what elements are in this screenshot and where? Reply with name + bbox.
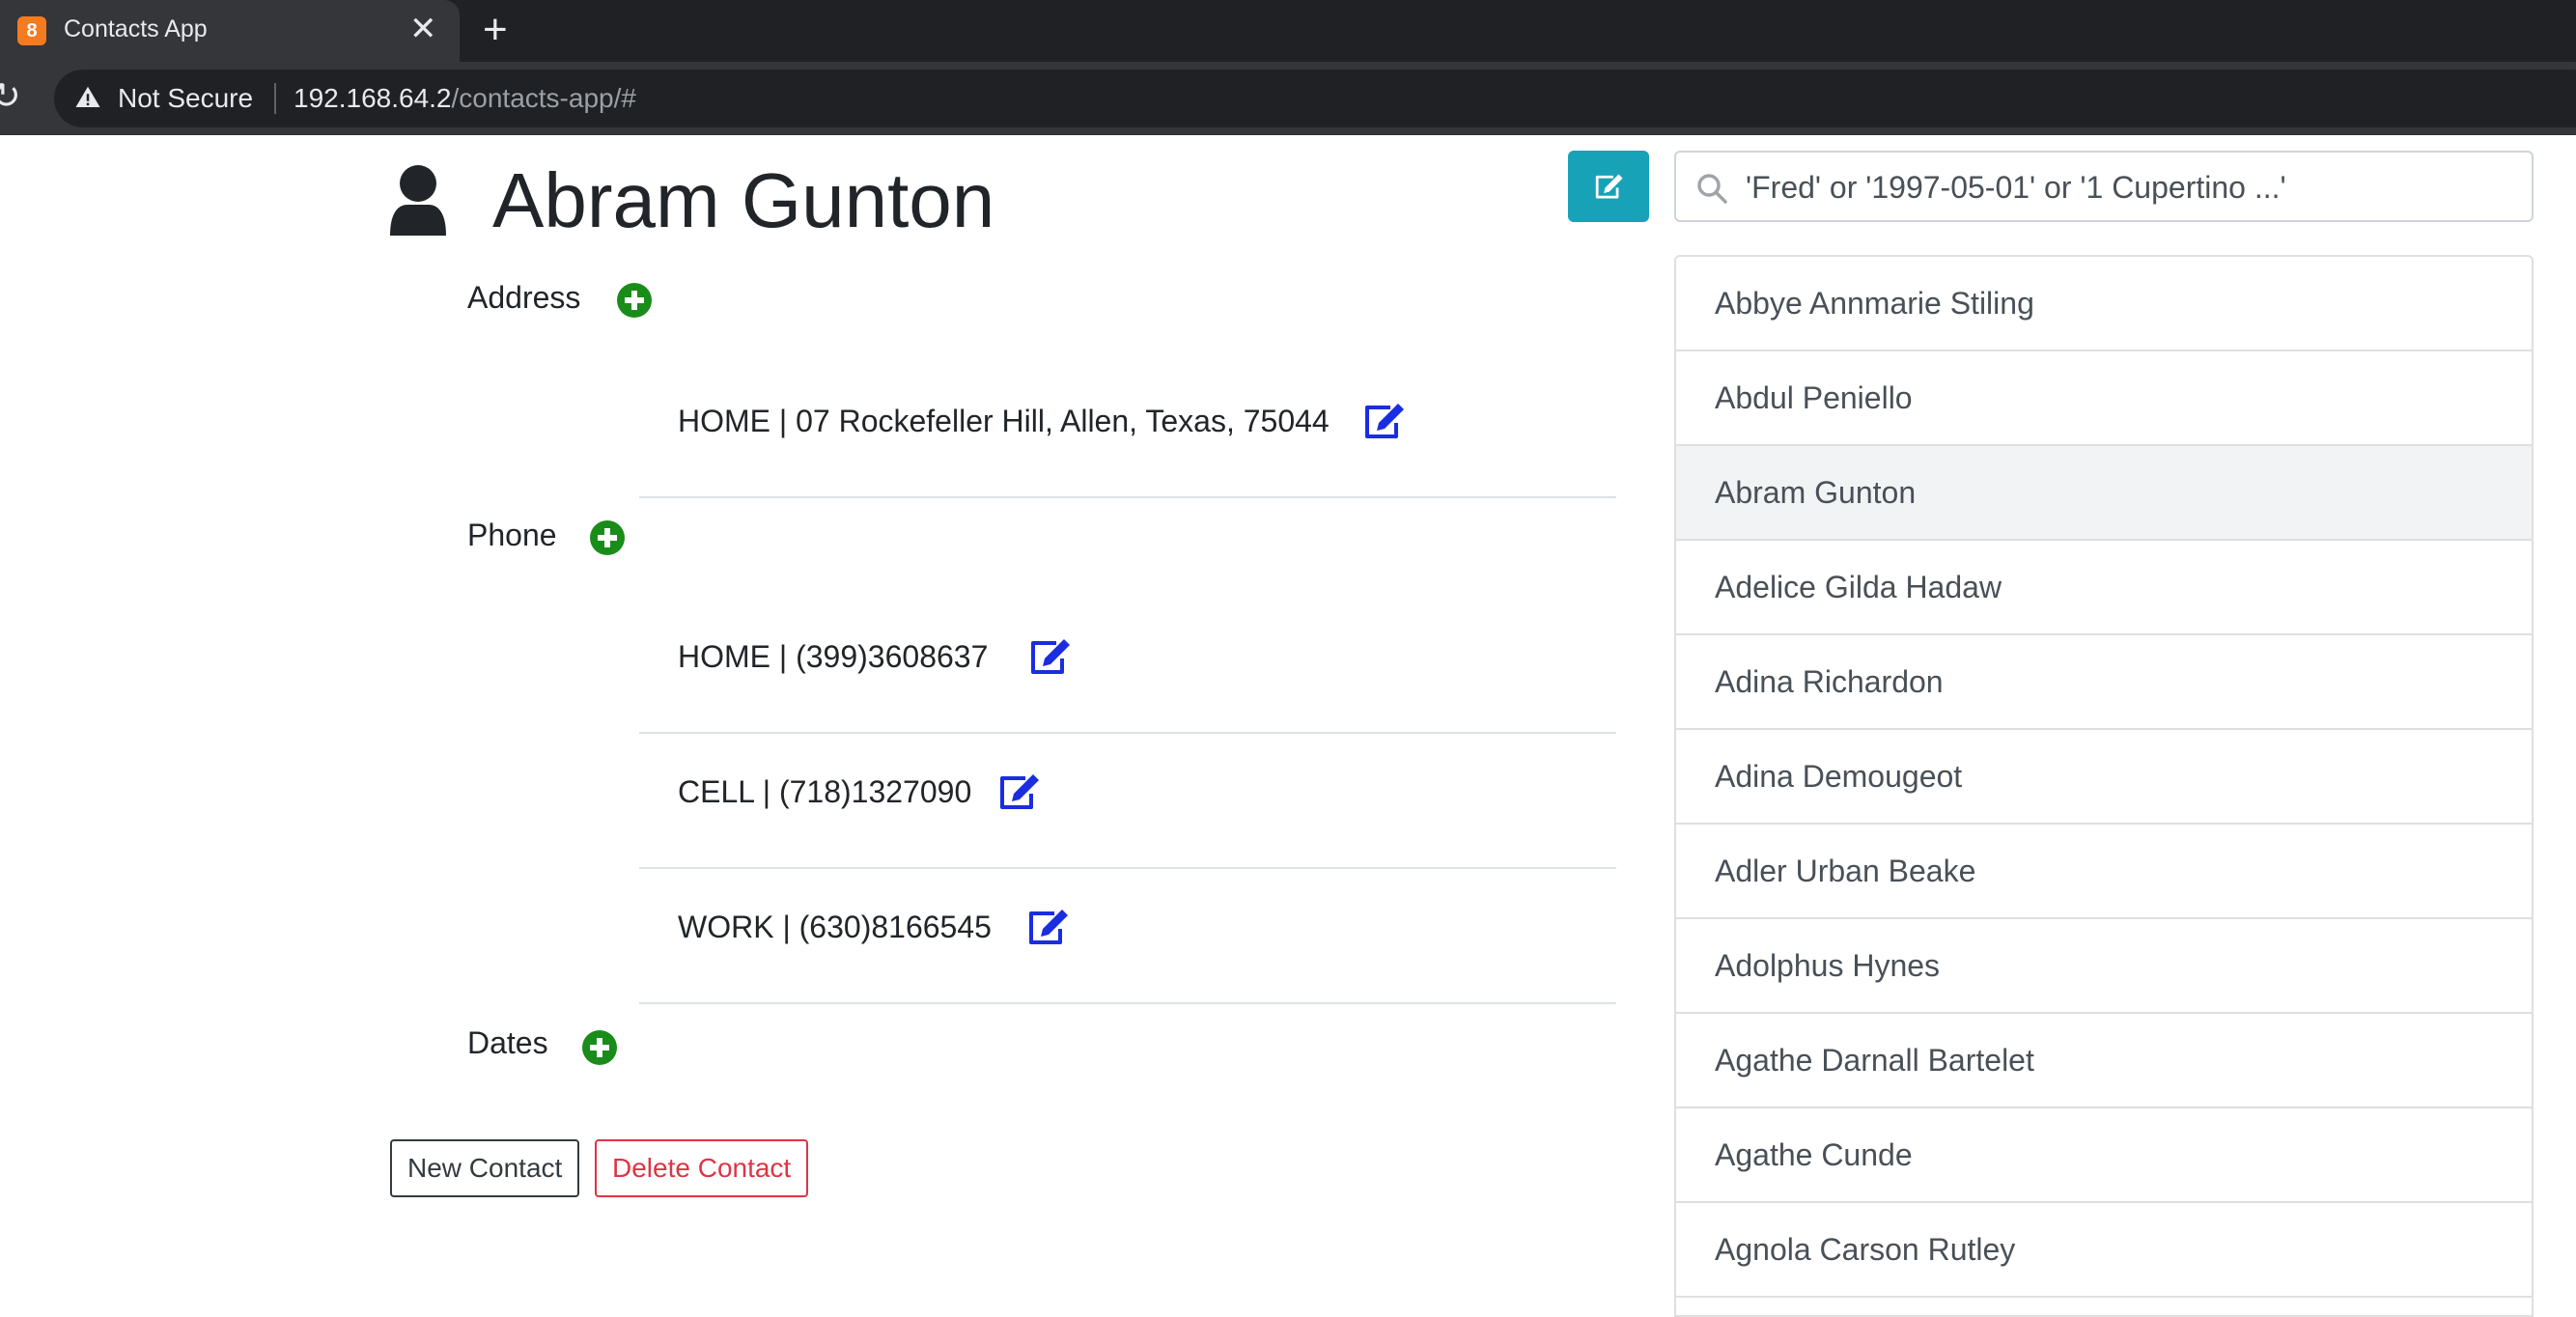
url-text: 192.168.64.2/contacts-app/# — [294, 83, 636, 114]
person-icon — [390, 165, 446, 236]
contact-list-item[interactable]: Adolphus Hynes — [1676, 919, 2532, 1014]
contact-list-item[interactable]: Abram Gunton — [1676, 446, 2532, 541]
search-input[interactable] — [1744, 160, 2520, 214]
url-path: /contacts-app/# — [451, 83, 636, 113]
new-tab-icon[interactable]: + — [483, 6, 508, 54]
page-content: Abram Gunton Address HOME | 07 Rockefell… — [0, 135, 2576, 1317]
contact-list-item[interactable]: Abbye Annmarie Stiling — [1676, 257, 2532, 351]
favicon-icon: 8 — [17, 16, 46, 45]
browser-tab[interactable]: 8 Contacts App ✕ — [0, 0, 460, 62]
contact-list-item[interactable]: Abdul Peniello — [1676, 351, 2532, 446]
phone-entry-cell: CELL | (718)1327090 — [639, 734, 1616, 869]
phone-entry-home: HOME | (399)3608637 — [639, 595, 1616, 734]
edit-icon — [1595, 174, 1623, 199]
contact-list-item[interactable]: Adina Demougeot — [1676, 730, 2532, 825]
edit-phone-icon[interactable] — [1027, 637, 1072, 676]
address-label: Address — [467, 280, 581, 315]
add-address-icon[interactable] — [616, 282, 653, 319]
omnibox-divider — [274, 83, 276, 114]
security-label: Not Secure — [118, 83, 254, 113]
phone-label: Phone — [467, 518, 557, 552]
address-bar[interactable]: Not Secure 192.168.64.2/contacts-app/# — [54, 70, 2576, 127]
phone-entry-work: WORK | (630)8166545 — [639, 869, 1616, 1004]
dates-label: Dates — [467, 1025, 548, 1060]
search-icon — [1697, 174, 1727, 204]
phone-text: WORK | (630)8166545 — [678, 910, 992, 944]
contact-list-item[interactable]: Agathe Darnall Bartelet — [1676, 1014, 2532, 1108]
tab-title: Contacts App — [64, 15, 208, 42]
add-date-icon[interactable] — [581, 1029, 618, 1066]
new-contact-button[interactable]: New Contact — [390, 1139, 580, 1197]
address-entry: HOME | 07 Rockefeller Hill, Allen, Texas… — [639, 359, 1616, 498]
browser-toolbar: ↻ Not Secure 192.168.64.2/contacts-app/# — [0, 62, 2576, 135]
edit-contact-button[interactable] — [1568, 151, 1649, 222]
url-host: 192.168.64.2 — [294, 83, 452, 113]
contact-list-item[interactable]: Adelice Gilda Hadaw — [1676, 541, 2532, 635]
delete-contact-button[interactable]: Delete Contact — [595, 1139, 809, 1197]
phone-text: CELL | (718)1327090 — [678, 774, 972, 809]
reload-icon[interactable]: ↻ — [0, 75, 21, 118]
edit-phone-icon[interactable] — [996, 772, 1041, 811]
contact-list: Abbye Annmarie Stiling Abdul Peniello Abra… — [1674, 255, 2534, 1317]
contact-list-item[interactable]: Adler Urban Beake — [1676, 825, 2532, 919]
address-text: HOME | 07 Rockefeller Hill, Allen, Texas… — [678, 404, 1330, 438]
contact-name: Abram Gunton — [492, 157, 995, 243]
contact-list-item[interactable]: Agnola Carson Rutley — [1676, 1203, 2532, 1298]
edit-phone-icon[interactable] — [1025, 908, 1070, 946]
add-phone-icon[interactable] — [589, 519, 626, 556]
warning-icon — [75, 86, 100, 107]
contact-list-item[interactable]: Adina Richardon — [1676, 635, 2532, 730]
search-box — [1674, 151, 2534, 222]
phone-text: HOME | (399)3608637 — [678, 639, 989, 674]
contact-list-item[interactable]: Agathe Cunde — [1676, 1108, 2532, 1203]
tab-close-icon[interactable]: ✕ — [409, 10, 437, 48]
browser-tab-bar: 8 Contacts App ✕ + — [0, 0, 2576, 62]
edit-address-icon[interactable] — [1361, 402, 1406, 440]
